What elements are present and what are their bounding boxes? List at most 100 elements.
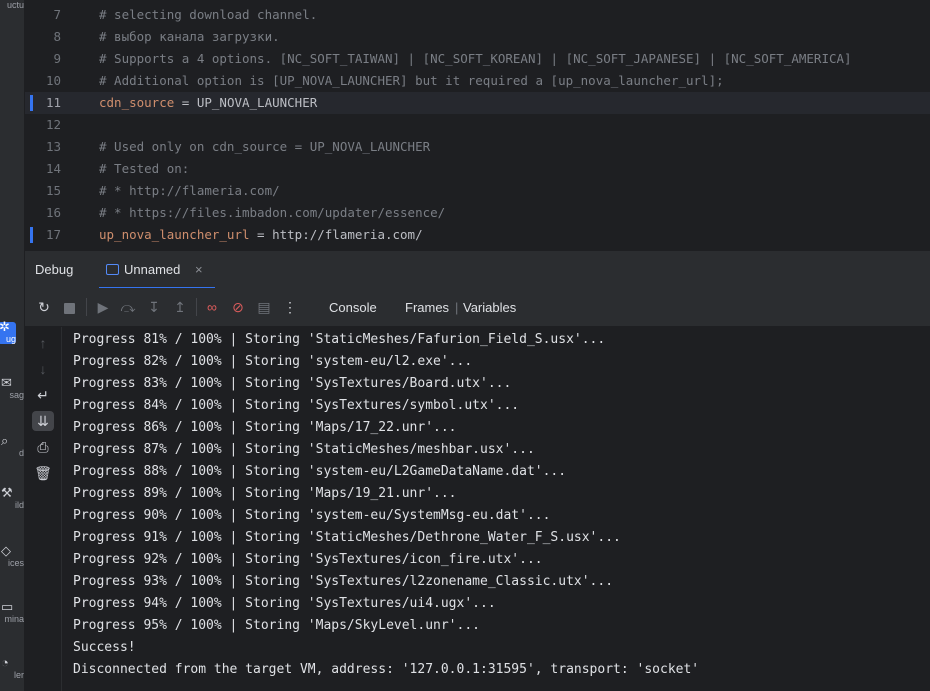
code-token-comment: # * http://flameria.com/ xyxy=(99,183,280,198)
rerun-icon[interactable]: ↻ xyxy=(35,298,53,316)
console-line: Disconnected from the target VM, address… xyxy=(73,662,700,677)
console-line: Progress 90% / 100% | Storing 'system-eu… xyxy=(73,508,551,523)
line-number: 17 xyxy=(45,227,61,242)
code-token-comment: # selecting download channel. xyxy=(99,7,318,22)
tool-window-strip: uctu ✲ ug ✉ sag ⌕ d ⚒ ild ◇ ices ▭ mina ◔ ler xyxy=(0,0,25,691)
run-config-icon xyxy=(106,264,119,275)
code-text: cdn_source = UP_NOVA_LAUNCHER xyxy=(99,92,317,114)
tab-frames[interactable]: Frames xyxy=(405,300,449,315)
debug-icon: ✲ xyxy=(0,319,10,334)
terminal-icon: ▭ xyxy=(1,599,14,614)
soft-wrap-icon[interactable]: ↵ xyxy=(32,385,54,405)
tab-divider: | xyxy=(455,300,459,315)
code-line[interactable]: 13 # Used only on cdn_source = UP_NOVA_LA… xyxy=(25,136,930,158)
view-breakpoints-icon[interactable]: ∞ xyxy=(203,298,221,316)
more-icon[interactable]: ⋮ xyxy=(281,298,299,316)
code-line[interactable]: 17 up_nova_launcher_url = http://flameria… xyxy=(25,224,930,246)
sidebar-item-3[interactable]: ⌕ d xyxy=(0,433,24,458)
sidebar-item-1[interactable]: ✲ ug xyxy=(0,319,16,344)
code-text: # Used only on cdn_source = UP_NOVA_LAUN… xyxy=(99,136,430,158)
code-line[interactable]: 11 cdn_source = UP_NOVA_LAUNCHER xyxy=(25,92,930,114)
code-text: # Tested on: xyxy=(99,158,189,180)
tab-unnamed[interactable]: Unnamed × xyxy=(99,251,215,289)
sidebar-item-label: uctu xyxy=(6,0,24,10)
console-line: Progress 86% / 100% | Storing 'Maps/17_2… xyxy=(73,420,457,435)
console-line: Progress 91% / 100% | Storing 'StaticMes… xyxy=(73,530,621,545)
console-line: Success! xyxy=(73,640,136,655)
tab-variables[interactable]: Variables xyxy=(463,300,516,315)
code-token-key: cdn_source xyxy=(99,95,175,110)
code-token-val: = UP_NOVA_LAUNCHER xyxy=(174,95,318,110)
code-text: # * http://flameria.com/ xyxy=(99,180,280,202)
sidebar-item-6[interactable]: ▭ mina xyxy=(0,599,24,624)
code-line[interactable]: 16 # * https://files.imbadon.com/updater/… xyxy=(25,202,930,224)
code-token-comment: # Tested on: xyxy=(99,161,190,176)
console-line: Progress 92% / 100% | Storing 'SysTextur… xyxy=(73,552,543,567)
down-arrow-icon[interactable]: ↓ xyxy=(32,359,54,379)
debug-tool-window-header: Debug Unnamed × xyxy=(25,250,930,289)
console-line: Progress 82% / 100% | Storing 'system-eu… xyxy=(73,354,473,369)
clear-all-icon[interactable]: 🗑 xyxy=(32,463,54,483)
line-number: 15 xyxy=(45,183,61,198)
console-line: Progress 93% / 100% | Storing 'SysTextur… xyxy=(73,574,614,589)
console-side-toolbar: ↑ ↓ ↵ ⇊ ⎙ 🗑 xyxy=(25,327,62,691)
console-line: Progress 81% / 100% | Storing 'StaticMes… xyxy=(73,332,606,347)
line-number: 10 xyxy=(45,73,61,88)
tab-console[interactable]: Console xyxy=(321,300,385,329)
build-icon: ⚒ xyxy=(1,485,13,500)
code-line[interactable]: 12 xyxy=(25,114,930,136)
toolbar-divider xyxy=(196,298,197,316)
messages-icon: ✉ xyxy=(1,375,12,390)
console-line: Progress 88% / 100% | Storing 'system-eu… xyxy=(73,464,567,479)
step-out-icon[interactable]: ↥ xyxy=(171,298,189,316)
code-text: # * https://files.imbadon.com/updater/es… xyxy=(99,202,445,224)
console-line: Progress 95% / 100% | Storing 'Maps/SkyL… xyxy=(73,618,480,633)
frames-layout-icon[interactable]: ▤ xyxy=(255,298,273,316)
code-line[interactable]: 14 # Tested on: xyxy=(25,158,930,180)
console-output[interactable]: Progress 81% / 100% | Storing 'StaticMes… xyxy=(62,327,930,691)
code-line[interactable]: 7 # selecting download channel. xyxy=(25,4,930,26)
sidebar-item-5[interactable]: ◇ ices xyxy=(0,544,24,568)
code-token-key: up_nova_launcher_url xyxy=(99,227,250,242)
code-token-comment: # * https://files.imbadon.com/updater/es… xyxy=(99,205,446,220)
profiler-icon: ◔ xyxy=(1,655,9,670)
sidebar-item-7[interactable]: ◔ ler xyxy=(0,655,24,680)
find-icon: ⌕ xyxy=(1,433,9,448)
code-line[interactable]: 8 # выбор канала загрузки. xyxy=(25,26,930,48)
code-text: up_nova_launcher_url = http://flameria.c… xyxy=(99,224,423,246)
line-number: 8 xyxy=(53,29,61,44)
toolbar-divider xyxy=(86,298,87,316)
console-line: Progress 83% / 100% | Storing 'SysTextur… xyxy=(73,376,512,391)
line-number: 11 xyxy=(45,95,61,110)
console-line: Progress 87% / 100% | Storing 'StaticMes… xyxy=(73,442,535,457)
sidebar-item-label: ug xyxy=(5,334,16,344)
stop-icon[interactable] xyxy=(60,298,78,316)
sidebar-item-0[interactable]: uctu xyxy=(0,0,24,10)
debug-toolbar: ↻ ▶ ⤼ ↧ ↥ ∞ ⊘ ▤ ⋮ Console Frames | Varia… xyxy=(25,288,930,329)
sidebar-item-2[interactable]: ✉ sag xyxy=(0,375,24,400)
code-text: # выбор канала загрузки. xyxy=(99,26,280,48)
line-number: 12 xyxy=(45,117,61,132)
line-number: 9 xyxy=(53,51,61,66)
print-icon[interactable]: ⎙ xyxy=(32,437,54,457)
sidebar-item-label: ler xyxy=(13,670,24,680)
step-over-icon[interactable]: ⤼ xyxy=(119,298,137,316)
console-line: Progress 94% / 100% | Storing 'SysTextur… xyxy=(73,596,496,611)
up-arrow-icon[interactable]: ↑ xyxy=(32,333,54,353)
code-line[interactable]: 10 # Additional option is [UP_NOVA_LAUNCH… xyxy=(25,70,930,92)
sidebar-item-4[interactable]: ⚒ ild xyxy=(0,485,24,510)
mute-breakpoints-icon[interactable]: ⊘ xyxy=(229,298,247,316)
tab-label: Unnamed xyxy=(124,262,181,277)
sidebar-item-label: d xyxy=(18,448,24,458)
sidebar-item-label: ices xyxy=(7,558,24,568)
close-icon[interactable]: × xyxy=(195,262,203,277)
step-into-icon[interactable]: ↧ xyxy=(145,298,163,316)
scroll-to-end-icon[interactable]: ⇊ xyxy=(32,411,54,431)
code-line[interactable]: 9 # Supports a 4 options. [NC_SOFT_TAIWAN… xyxy=(25,48,930,70)
code-line[interactable]: 15 # * http://flameria.com/ xyxy=(25,180,930,202)
sidebar-item-label: ild xyxy=(14,500,24,510)
code-editor[interactable]: 7 # selecting download channel. 8 # выбор к… xyxy=(25,0,930,250)
code-text: # selecting download channel. xyxy=(99,4,317,26)
line-number: 7 xyxy=(53,7,61,22)
resume-icon[interactable]: ▶ xyxy=(94,298,112,316)
